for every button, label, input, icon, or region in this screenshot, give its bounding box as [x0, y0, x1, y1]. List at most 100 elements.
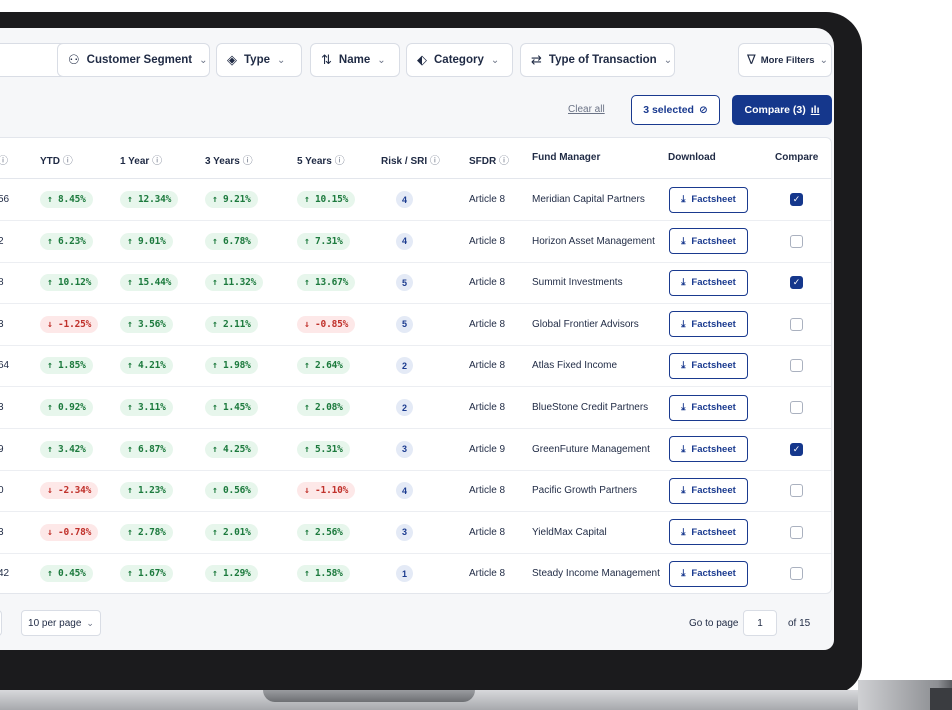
filter-type-of-transaction[interactable]: ⇄ Type of Transaction ⌄	[520, 43, 675, 77]
compare-checkbox[interactable]	[790, 359, 803, 373]
return-badge: ↓ -0.85%	[297, 315, 356, 333]
table-row: 3 ↓ -1.25% ↑ 3.56% ↑ 2.11% ↓ -0.85% 5 Article …	[0, 304, 831, 346]
cell-fund-manager: Meridian Capital Partners	[532, 194, 645, 205]
compare-checkbox[interactable]	[790, 401, 803, 414]
factsheet-button[interactable]: ⤓ Factsheet	[669, 560, 748, 587]
cell-partial: 3	[0, 402, 4, 413]
check-circle-icon: ⊘	[698, 104, 708, 116]
column-header-sfdr[interactable]: SFDR ⓘ	[469, 152, 509, 167]
return-badge: ↓ -2.34%	[40, 482, 99, 500]
cell-5-years: ↑ 2.08%	[297, 387, 350, 428]
column-header-3-years[interactable]: 3 Years ⓘ	[205, 152, 253, 167]
factsheet-button[interactable]: ⤓ Factsheet	[669, 228, 748, 255]
return-badge: ↑ 0.92%	[40, 399, 93, 416]
factsheet-label: Factsheet	[691, 194, 736, 205]
return-badge: ↑ 2.64%	[297, 357, 350, 375]
compare-button[interactable]: Compare (3) ılı	[732, 95, 832, 125]
return-badge: ↑ 0.56%	[205, 482, 258, 500]
cell-3-years: ↑ 2.01%	[205, 512, 258, 553]
risk-badge: 2	[396, 399, 413, 416]
risk-badge: 4	[396, 482, 413, 500]
cell-partial: 42	[0, 568, 10, 580]
page-number-input[interactable]: 1	[743, 610, 777, 636]
download-icon: ⤓	[681, 443, 686, 455]
factsheet-button[interactable]: ⤓ Factsheet	[669, 477, 748, 504]
cell-partial: 64	[0, 360, 10, 372]
cell-3-years: ↑ 6.78%	[205, 221, 258, 262]
return-badge: ↑ 1.67%	[120, 565, 173, 583]
download-icon: ⤓	[681, 194, 686, 205]
cell-download: ⤓ Factsheet	[669, 387, 748, 428]
compare-checkbox[interactable]	[790, 567, 803, 581]
risk-badge: 3	[396, 440, 413, 458]
pagination-prev[interactable]	[0, 610, 2, 636]
column-header-ytd[interactable]: YTD ⓘ	[40, 152, 73, 167]
chevron-down-icon: ⌄	[199, 54, 208, 66]
filter-name[interactable]: ⇅ Name ⌄	[310, 43, 400, 77]
compare-checkbox[interactable]	[790, 317, 803, 331]
cell-ytd: ↑ 3.42%	[40, 429, 93, 470]
cell-fund-manager: BlueStone Credit Partners	[532, 402, 649, 413]
cell-1-year: ↑ 6.87%	[120, 429, 173, 470]
factsheet-button[interactable]: ⤓ Factsheet	[669, 352, 748, 379]
compare-checkbox[interactable]	[790, 525, 803, 539]
filter-type[interactable]: ◈ Type ⌄	[216, 43, 302, 77]
compare-checkbox[interactable]: ✓	[790, 193, 803, 206]
cell-partial: 8	[0, 277, 4, 289]
clear-all-link[interactable]: Clear all	[568, 104, 605, 115]
return-badge: ↑ 1.23%	[120, 482, 173, 500]
factsheet-button[interactable]: ⤓ Factsheet	[669, 394, 748, 421]
return-badge: ↑ 8.45%	[40, 191, 93, 208]
cell-partial: 3	[0, 318, 4, 330]
column-header-5-years[interactable]: 5 Years ⓘ	[297, 152, 345, 167]
filter-customer-segment[interactable]: ⚇ Customer Segment ⌄	[57, 43, 210, 77]
factsheet-button[interactable]: ⤓ Factsheet	[669, 436, 748, 463]
cell-download: ⤓ Factsheet	[669, 553, 748, 594]
return-badge: ↓ -1.10%	[297, 482, 356, 500]
cell-ytd: ↑ 0.45%	[40, 553, 93, 594]
column-header-fund-manager[interactable]: Fund Manager	[532, 152, 600, 163]
filter-category[interactable]: ⬖ Category ⌄	[406, 43, 513, 77]
cell-ytd: ↓ -2.34%	[40, 470, 99, 511]
cell-download: ⤓ Factsheet	[669, 262, 748, 303]
cell-sfdr: Article 8	[469, 402, 506, 413]
cell-sfdr: Article 8	[469, 568, 506, 580]
per-page-select[interactable]: 10 per page ⌄	[21, 610, 101, 636]
app-viewport: ⚇ Customer Segment ⌄ ◈ Type ⌄ ⇅ Name ⌄ ⬖…	[0, 28, 834, 650]
return-badge: ↑ 2.01%	[205, 523, 258, 541]
column-header-risk[interactable]: Risk / SRI ⓘ	[381, 152, 440, 167]
cell-partial: 0	[0, 485, 4, 497]
compare-checkbox[interactable]: ✓	[790, 276, 803, 290]
cell-3-years: ↑ 1.45%	[205, 387, 258, 428]
chevron-down-icon: ⌄	[277, 54, 286, 66]
cell-compare	[790, 304, 803, 345]
more-filters-button[interactable]: ∇ More Filters ⌄	[738, 43, 832, 77]
chevron-down-icon: ⌄	[819, 54, 828, 66]
compare-checkbox[interactable]	[790, 484, 803, 498]
risk-badge: 5	[396, 315, 413, 333]
cell-3-years: ↑ 9.21%	[205, 179, 258, 220]
compare-checkbox[interactable]	[790, 234, 803, 248]
download-icon: ⤓	[681, 402, 686, 413]
return-badge: ↑ 12.34%	[120, 191, 179, 208]
cell-download: ⤓ Factsheet	[669, 179, 748, 220]
cell-sfdr: Article 8	[469, 526, 506, 538]
cell-fund-manager: Steady Income Management	[532, 568, 660, 580]
factsheet-button[interactable]: ⤓ Factsheet	[669, 311, 748, 338]
risk-badge: 3	[396, 523, 413, 541]
cell-sfdr: Article 8	[469, 485, 506, 497]
cell-risk: 2	[396, 387, 413, 428]
factsheet-button[interactable]: ⤓ Factsheet	[669, 519, 748, 546]
factsheet-label: Factsheet	[691, 318, 736, 330]
cell-ytd: ↑ 0.92%	[40, 387, 93, 428]
return-badge: ↑ 6.87%	[120, 440, 173, 458]
factsheet-label: Factsheet	[691, 568, 736, 580]
cell-sfdr: Article 8	[469, 360, 506, 372]
factsheet-button[interactable]: ⤓ Factsheet	[669, 269, 748, 296]
return-badge: ↑ 3.11%	[120, 399, 173, 416]
column-header-1-year[interactable]: 1 Year ⓘ	[120, 152, 162, 167]
cell-fund-manager: Pacific Growth Partners	[532, 485, 638, 497]
selected-count-button[interactable]: 3 selected ⊘	[631, 95, 720, 125]
factsheet-button[interactable]: ⤓ Factsheet	[669, 186, 748, 213]
compare-checkbox[interactable]: ✓	[790, 442, 803, 456]
